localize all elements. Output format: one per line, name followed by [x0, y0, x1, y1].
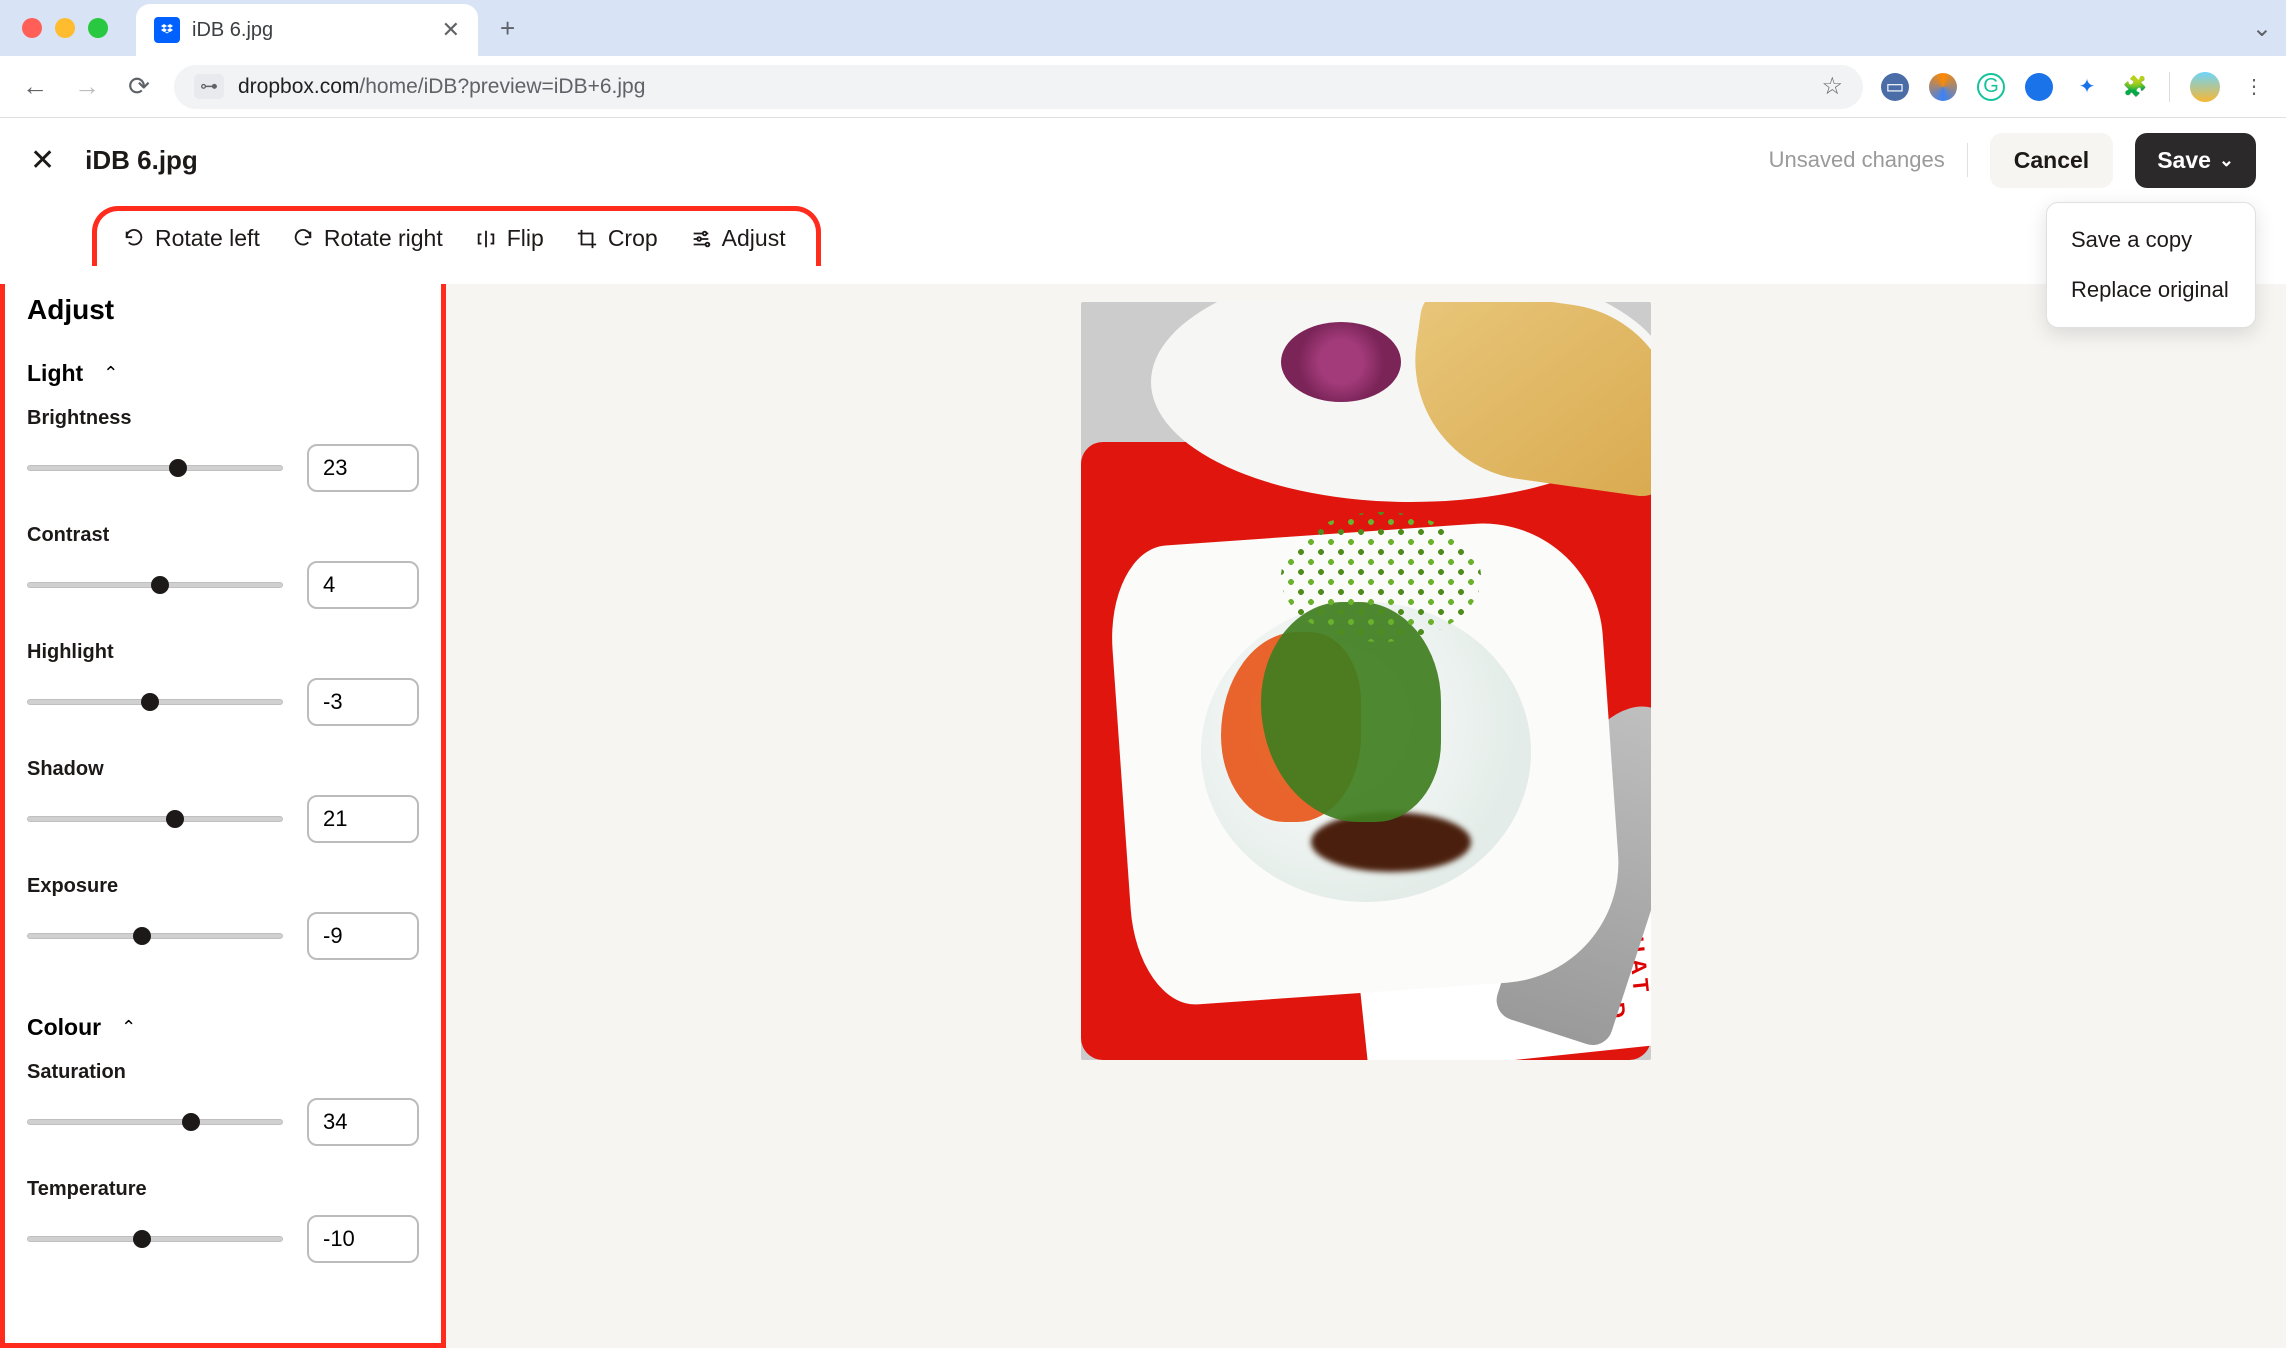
site-info-icon[interactable]: ⊶	[194, 74, 224, 99]
adjust-button[interactable]: Adjust	[690, 225, 786, 252]
exposure-input[interactable]: -9	[307, 912, 419, 960]
temperature-control: Temperature -10	[27, 1178, 419, 1263]
adjust-icon	[690, 228, 712, 250]
crop-icon	[576, 228, 598, 250]
editor-header: ✕ iDB 6.jpg Unsaved changes Cancel Save …	[0, 118, 2286, 202]
save-button[interactable]: Save ⌄	[2135, 133, 2256, 188]
light-section-header[interactable]: Light ⌃	[27, 360, 419, 387]
back-button[interactable]: ←	[18, 70, 52, 104]
extensions-menu-icon[interactable]: 🧩	[2121, 73, 2149, 101]
bookmark-star-icon[interactable]: ☆	[1821, 72, 1843, 101]
rotate-right-icon	[292, 228, 314, 250]
highlight-slider[interactable]	[27, 691, 283, 713]
exposure-control: Exposure -9	[27, 875, 419, 960]
window-controls	[22, 18, 108, 38]
new-tab-button[interactable]: +	[500, 13, 515, 44]
extension-icon[interactable]: G	[1977, 73, 2005, 101]
browser-tab[interactable]: iDB 6.jpg ✕	[136, 4, 478, 56]
extension-icon[interactable]: ▭	[1881, 73, 1909, 101]
extensions-tray: ▭ G ✦ 🧩 ⋮	[1881, 72, 2268, 102]
colour-section-header[interactable]: Colour ⌃	[27, 1014, 419, 1041]
adjust-panel: Adjust Light ⌃ Brightness 23 Contrast 4 …	[0, 284, 446, 1348]
chevron-up-icon: ⌃	[121, 1017, 136, 1038]
divider	[1967, 143, 1968, 177]
replace-original-item[interactable]: Replace original	[2047, 265, 2255, 315]
rotate-right-button[interactable]: Rotate right	[292, 225, 443, 252]
profile-avatar[interactable]	[2190, 72, 2220, 102]
shadow-slider[interactable]	[27, 808, 283, 830]
save-a-copy-item[interactable]: Save a copy	[2047, 215, 2255, 265]
brightness-slider[interactable]	[27, 457, 283, 479]
contrast-slider[interactable]	[27, 574, 283, 596]
window-zoom[interactable]	[88, 18, 108, 38]
rotate-left-icon	[123, 228, 145, 250]
tabs-dropdown-icon[interactable]: ⌄	[2252, 14, 2286, 43]
window-minimize[interactable]	[55, 18, 75, 38]
image-preview[interactable]	[1081, 302, 1651, 1060]
browser-menu-icon[interactable]: ⋮	[2240, 73, 2268, 101]
divider	[2169, 72, 2170, 102]
file-title: iDB 6.jpg	[85, 145, 198, 176]
temperature-slider[interactable]	[27, 1228, 283, 1250]
chevron-down-icon: ⌄	[2219, 150, 2234, 171]
browser-chrome: iDB 6.jpg ✕ + ⌄ ← → ⟳ ⊶ dropbox.com/home…	[0, 0, 2286, 118]
highlight-input[interactable]: -3	[307, 678, 419, 726]
saturation-slider[interactable]	[27, 1111, 283, 1133]
highlight-control: Highlight -3	[27, 641, 419, 726]
close-editor-button[interactable]: ✕	[30, 143, 55, 178]
tab-title: iDB 6.jpg	[192, 19, 430, 42]
temperature-input[interactable]: -10	[307, 1215, 419, 1263]
tab-strip: iDB 6.jpg ✕ + ⌄	[0, 0, 2286, 56]
url-text: dropbox.com/home/iDB?preview=iDB+6.jpg	[238, 75, 645, 99]
shadow-control: Shadow 21	[27, 758, 419, 843]
shadow-input[interactable]: 21	[307, 795, 419, 843]
address-bar[interactable]: ⊶ dropbox.com/home/iDB?preview=iDB+6.jpg…	[174, 65, 1863, 109]
editor-main: Adjust Light ⌃ Brightness 23 Contrast 4 …	[0, 284, 2286, 1348]
contrast-control: Contrast 4	[27, 524, 419, 609]
address-bar-row: ← → ⟳ ⊶ dropbox.com/home/iDB?preview=iDB…	[0, 56, 2286, 118]
extension-icon[interactable]	[2025, 73, 2053, 101]
reload-button[interactable]: ⟳	[122, 70, 156, 104]
flip-button[interactable]: Flip	[475, 225, 544, 252]
forward-button[interactable]: →	[70, 70, 104, 104]
extension-icon[interactable]: ✦	[2073, 73, 2101, 101]
panel-title: Adjust	[27, 294, 419, 326]
dropbox-favicon	[154, 17, 180, 43]
editor-toolbar-wrap: Rotate left Rotate right Flip Crop Adjus…	[0, 202, 2286, 284]
cancel-button[interactable]: Cancel	[1990, 133, 2113, 188]
unsaved-changes-label: Unsaved changes	[1769, 147, 1945, 173]
editor-toolbar: Rotate left Rotate right Flip Crop Adjus…	[92, 206, 821, 266]
crop-button[interactable]: Crop	[576, 225, 658, 252]
saturation-control: Saturation 34	[27, 1061, 419, 1146]
contrast-input[interactable]: 4	[307, 561, 419, 609]
tab-close-icon[interactable]: ✕	[442, 17, 460, 43]
brightness-input[interactable]: 23	[307, 444, 419, 492]
brightness-control: Brightness 23	[27, 407, 419, 492]
flip-icon	[475, 228, 497, 250]
chevron-up-icon: ⌃	[103, 363, 118, 384]
saturation-input[interactable]: 34	[307, 1098, 419, 1146]
canvas-area	[446, 284, 2286, 1348]
exposure-slider[interactable]	[27, 925, 283, 947]
save-button-label: Save	[2157, 147, 2211, 174]
window-close[interactable]	[22, 18, 42, 38]
rotate-left-button[interactable]: Rotate left	[123, 225, 260, 252]
extension-icon[interactable]	[1929, 73, 1957, 101]
save-dropdown-menu: Save a copy Replace original	[2046, 202, 2256, 328]
